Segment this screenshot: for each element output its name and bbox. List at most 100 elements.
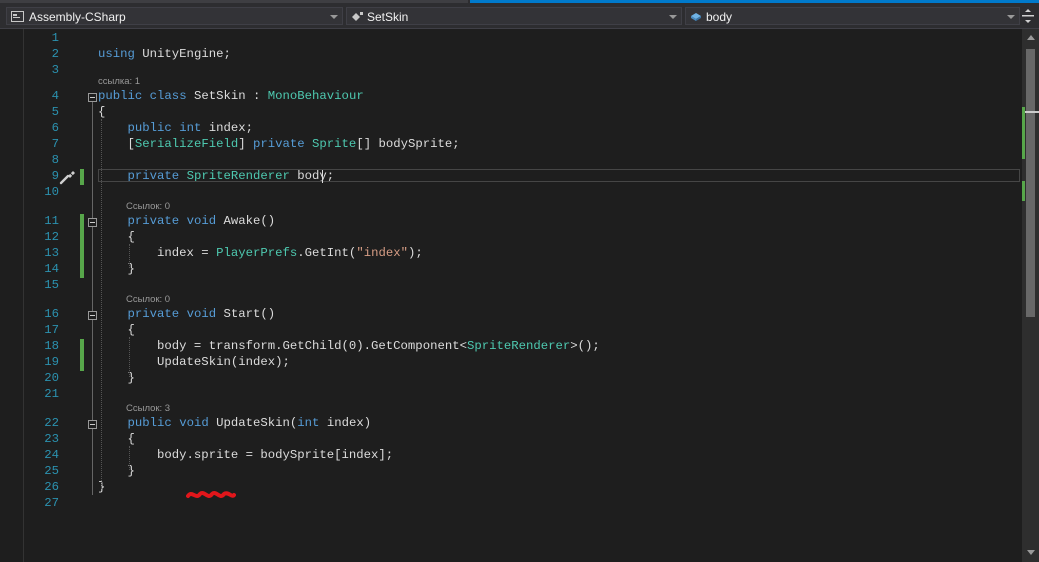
line-number: 18 bbox=[44, 339, 59, 353]
line-number: 10 bbox=[44, 185, 59, 199]
line-number: 5 bbox=[51, 105, 59, 119]
code-text[interactable]: private void Start() bbox=[98, 306, 276, 322]
line-number: 13 bbox=[44, 246, 59, 260]
type-dropdown[interactable]: SetSkin bbox=[346, 7, 682, 25]
code-line[interactable]: 26} bbox=[0, 479, 1022, 495]
code-text[interactable]: index = PlayerPrefs.GetInt("index"); bbox=[98, 245, 423, 261]
code-text[interactable]: { bbox=[98, 431, 135, 447]
line-number: 27 bbox=[44, 496, 59, 510]
code-editor[interactable]: 1 2 using UnityEngine; 3 4 public class SetSk… bbox=[0, 29, 1022, 562]
navigation-bar: Assembly-CSharp SetSkin body bbox=[0, 5, 1039, 29]
code-text[interactable]: using UnityEngine; bbox=[98, 46, 231, 62]
member-dropdown-label: body bbox=[706, 10, 733, 24]
code-line[interactable]: 2 using UnityEngine; bbox=[0, 46, 1022, 62]
split-icon bbox=[1022, 9, 1034, 23]
code-line[interactable]: 20 } bbox=[0, 370, 1022, 386]
scroll-up-icon[interactable] bbox=[1027, 35, 1035, 40]
code-line[interactable]: 5{ bbox=[0, 104, 1022, 120]
code-text[interactable]: body = transform.GetChild(0).GetComponen… bbox=[98, 338, 600, 354]
quick-actions-screwdriver-icon[interactable] bbox=[59, 169, 77, 185]
code-line[interactable]: 21 bbox=[0, 386, 1022, 402]
line-number: 16 bbox=[44, 307, 59, 321]
code-text[interactable]: { bbox=[98, 322, 135, 338]
code-line[interactable]: 25 } bbox=[0, 463, 1022, 479]
change-overview-marker bbox=[1022, 107, 1025, 159]
line-number: 2 bbox=[51, 47, 59, 61]
code-line[interactable]: 17 { bbox=[0, 322, 1022, 338]
type-dropdown-label: SetSkin bbox=[367, 10, 409, 24]
change-overview-marker bbox=[1022, 181, 1025, 201]
code-line[interactable]: 8 bbox=[0, 152, 1022, 168]
line-number: 23 bbox=[44, 432, 59, 446]
code-text[interactable]: { bbox=[98, 229, 135, 245]
code-line[interactable]: 12 { bbox=[0, 229, 1022, 245]
red-scribble-annotation bbox=[186, 491, 236, 498]
code-line[interactable]: 11 private void Awake() bbox=[0, 213, 1022, 229]
code-text[interactable]: [SerializeField] private Sprite[] bodySp… bbox=[98, 136, 460, 152]
code-line[interactable]: 22 public void UpdateSkin(int index) bbox=[0, 415, 1022, 431]
line-number: 25 bbox=[44, 464, 59, 478]
line-number: 17 bbox=[44, 323, 59, 337]
line-number: 19 bbox=[44, 355, 59, 369]
field-icon bbox=[691, 13, 701, 21]
line-number: 14 bbox=[44, 262, 59, 276]
inactive-tab-indicator bbox=[0, 0, 468, 3]
code-line[interactable]: 23 { bbox=[0, 431, 1022, 447]
codelens-references-class[interactable]: ссылка: 1 bbox=[98, 76, 140, 88]
code-text[interactable]: public void UpdateSkin(int index) bbox=[98, 415, 372, 431]
code-text[interactable]: public class SetSkin : MonoBehaviour bbox=[98, 88, 364, 104]
code-line[interactable]: 15 bbox=[0, 277, 1022, 293]
code-line[interactable]: 13 index = PlayerPrefs.GetInt("index"); bbox=[0, 245, 1022, 261]
code-text[interactable]: public int index; bbox=[98, 120, 253, 136]
code-line[interactable]: 27 bbox=[0, 495, 1022, 511]
indent-guide bbox=[129, 244, 130, 268]
vertical-scrollbar[interactable] bbox=[1022, 29, 1039, 562]
scroll-down-icon[interactable] bbox=[1027, 550, 1035, 555]
scrollbar-thumb[interactable] bbox=[1026, 49, 1035, 317]
active-tab-indicator bbox=[470, 0, 1039, 3]
line-number: 12 bbox=[44, 230, 59, 244]
split-window-button[interactable] bbox=[1021, 8, 1035, 24]
line-number: 20 bbox=[44, 371, 59, 385]
change-marker bbox=[80, 169, 84, 185]
collapse-awake-button[interactable] bbox=[88, 218, 97, 227]
code-line[interactable]: 19 UpdateSkin(index); bbox=[0, 354, 1022, 370]
code-text[interactable]: private void Awake() bbox=[98, 213, 276, 229]
code-line[interactable]: 18 body = transform.GetChild(0).GetCompo… bbox=[0, 338, 1022, 354]
code-line[interactable]: 14 } bbox=[0, 261, 1022, 277]
line-number: 24 bbox=[44, 448, 59, 462]
line-number: 4 bbox=[51, 89, 59, 103]
change-marker bbox=[80, 339, 84, 371]
line-number: 21 bbox=[44, 387, 59, 401]
text-caret bbox=[322, 170, 323, 183]
code-line[interactable]: 4 public class SetSkin : MonoBehaviour bbox=[0, 88, 1022, 104]
change-marker bbox=[80, 214, 84, 278]
project-dropdown-label: Assembly-CSharp bbox=[29, 10, 126, 24]
code-line[interactable]: 10 bbox=[0, 184, 1022, 200]
code-line[interactable]: 3 bbox=[0, 62, 1022, 78]
member-dropdown[interactable]: body bbox=[685, 7, 1020, 25]
code-line[interactable]: 1 bbox=[0, 30, 1022, 46]
code-line[interactable]: 7 [SerializeField] private Sprite[] body… bbox=[0, 136, 1022, 152]
code-line[interactable]: 6 public int index; bbox=[0, 120, 1022, 136]
code-line[interactable]: 24 body.sprite = bodySprite[index]; bbox=[0, 447, 1022, 463]
code-line[interactable]: 16 private void Start() bbox=[0, 306, 1022, 322]
codelens-references-start[interactable]: Ссылок: 0 bbox=[126, 294, 170, 306]
project-icon bbox=[11, 11, 24, 22]
outline-line bbox=[92, 101, 93, 495]
chevron-down-icon bbox=[669, 15, 677, 19]
line-number: 1 bbox=[51, 31, 59, 45]
chevron-down-icon bbox=[1007, 15, 1015, 19]
project-dropdown[interactable]: Assembly-CSharp bbox=[6, 7, 343, 25]
line-number: 7 bbox=[51, 137, 59, 151]
code-text[interactable]: { bbox=[98, 104, 105, 120]
code-text[interactable]: UpdateSkin(index); bbox=[98, 354, 290, 370]
codelens-references-updateskin[interactable]: Ссылок: 3 bbox=[126, 403, 170, 415]
line-number: 15 bbox=[44, 278, 59, 292]
codelens-references-awake[interactable]: Ссылок: 0 bbox=[126, 201, 170, 213]
code-text[interactable]: body.sprite = bodySprite[index]; bbox=[98, 447, 393, 463]
collapse-class-button[interactable] bbox=[88, 93, 97, 102]
collapse-updateskin-button[interactable] bbox=[88, 420, 97, 429]
collapse-start-button[interactable] bbox=[88, 311, 97, 320]
indent-guide bbox=[129, 446, 130, 470]
